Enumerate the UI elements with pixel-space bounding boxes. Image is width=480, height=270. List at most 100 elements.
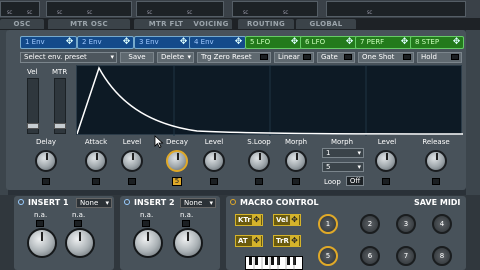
insert-1-knob-2[interactable] [65,228,95,258]
crosshair-icon[interactable]: ✥ [400,38,409,47]
macro-knob-5[interactable]: 5 [318,246,338,266]
slot-1[interactable]: SC SC [0,1,40,17]
macro-knob-label: 3 [403,220,409,228]
delay-knob[interactable] [35,150,57,172]
insert-2-power-icon[interactable] [124,199,130,205]
mod-slot[interactable] [432,178,440,185]
perf-tab-7[interactable]: 7 PERF ✥ [355,36,412,49]
macro-knob-3[interactable]: 3 [396,214,416,234]
mini-keyboard[interactable] [245,256,303,270]
tab-osc[interactable]: OSC [0,19,44,29]
checkbox[interactable] [403,54,411,60]
morph-knob[interactable] [285,150,307,172]
crosshair-icon[interactable]: ✥ [122,38,131,47]
linear-toggle[interactable]: Linear [274,52,314,63]
mod-slot[interactable] [182,220,190,227]
insert-1-select[interactable]: None ▾ [76,198,112,208]
attack-knob[interactable] [85,150,107,172]
one-shot-toggle[interactable]: One Shot [358,52,414,63]
gate-toggle[interactable]: Gate [317,52,355,63]
morph-select-1[interactable]: 1 ▾ [322,148,364,158]
tab-routing[interactable]: ROUTING [238,19,294,29]
slider-thumb[interactable] [54,123,66,129]
morph-select-2[interactable]: 5 ▾ [322,162,364,172]
insert-1-knob-1[interactable] [27,228,57,258]
macro-knob-7[interactable]: 7 [396,246,416,266]
macro-ktr-button[interactable]: KTr ✥ [235,214,263,226]
decay-knob[interactable] [166,150,188,172]
insert-2-select-value: None [184,199,203,207]
mod-slot[interactable] [382,178,390,185]
mod-slot[interactable] [128,178,136,185]
mod-slot[interactable] [92,178,100,185]
env-tab-4[interactable]: 4 Env ✥ [189,36,246,49]
env-preset-select[interactable]: Select env. preset ▾ [20,52,117,63]
tab-mtr-osc[interactable]: MTR OSC [48,19,130,29]
loop-toggle[interactable]: Off [346,176,364,186]
mtr-slider[interactable] [54,78,66,134]
gate-label: Gate [321,53,338,61]
slot-2[interactable]: SC SC [46,1,132,17]
slot-3[interactable]: SC SC [136,1,224,17]
attack-level-knob[interactable] [121,150,143,172]
lfo-tab-6[interactable]: 6 LFO ✥ [300,36,357,49]
tab-voicing[interactable]: VOICING [190,19,232,29]
loop-label: Loop [324,178,341,186]
step-tab-8[interactable]: 8 STEP ✥ [410,36,464,49]
release-knob[interactable] [425,150,447,172]
slider-thumb[interactable] [27,123,39,129]
macro-knob-1[interactable]: 1 [318,214,338,234]
mod-slot[interactable] [42,178,50,185]
macro-knob-8[interactable]: 8 [432,246,452,266]
macro-button-label: KTr [238,216,251,224]
env-tab-3[interactable]: 3 Env ✥ [134,36,191,49]
crosshair-icon[interactable]: ✥ [65,38,74,47]
crosshair-icon[interactable]: ✥ [290,38,299,47]
checkbox[interactable] [303,54,311,60]
crosshair-icon[interactable]: ✥ [179,38,188,47]
env-tab-1[interactable]: 1 Env ✥ [20,36,77,49]
envelope-graph[interactable] [76,65,464,136]
slot-5[interactable]: SC [326,1,466,17]
insert-2-knob-1[interactable] [133,228,163,258]
lfo-tab-5[interactable]: 5 LFO ✥ [245,36,302,49]
env-tab-2[interactable]: 2 Env ✥ [77,36,134,49]
save-midi-button[interactable]: SAVE MIDI [414,198,460,207]
checkbox[interactable] [260,54,268,60]
crosshair-icon[interactable]: ✥ [234,38,243,47]
hold-toggle[interactable]: Hold [417,52,462,63]
env-tab-label: 5 LFO [250,38,271,46]
mod-slot[interactable] [210,178,218,185]
slot-4[interactable]: SC SC [232,1,318,17]
crosshair-icon[interactable]: ✥ [452,38,461,47]
mod-slot[interactable] [142,220,150,227]
trg-zero-reset-toggle[interactable]: Trg Zero Reset [197,52,271,63]
checkbox[interactable] [451,54,459,60]
mod-slot[interactable] [36,220,44,227]
macro-knob-2[interactable]: 2 [360,214,380,234]
macro-knob-4[interactable]: 4 [432,214,452,234]
slot-sc-label: SC [187,10,193,15]
sloop-knob[interactable] [248,150,270,172]
vel-slider[interactable] [27,78,39,134]
insert-2-knob-2[interactable] [173,228,203,258]
macro-trr-button[interactable]: TrR ✥ [273,235,301,247]
delete-select[interactable]: Delete ▾ [157,52,194,63]
mod-slot[interactable] [255,178,263,185]
tab-mtr-flt[interactable]: MTR FLT [134,19,198,29]
macro-vel-button[interactable]: Vel ✥ [273,214,301,226]
tab-global[interactable]: GLOBAL [296,19,356,29]
decay-level-knob[interactable] [203,150,225,172]
save-button[interactable]: Save [120,52,154,63]
macro-power-icon[interactable] [230,199,236,205]
insert-1-power-icon[interactable] [18,199,24,205]
mod-slot[interactable] [74,220,82,227]
decay-value-badge[interactable]: 5 [172,177,182,186]
macro-at-button[interactable]: AT ✥ [235,235,263,247]
macro-knob-6[interactable]: 6 [360,246,380,266]
crosshair-icon[interactable]: ✥ [345,38,354,47]
sustain-level-knob[interactable] [375,150,397,172]
mod-slot[interactable] [292,178,300,185]
insert-2-select[interactable]: None ▾ [180,198,216,208]
checkbox[interactable] [344,54,352,60]
